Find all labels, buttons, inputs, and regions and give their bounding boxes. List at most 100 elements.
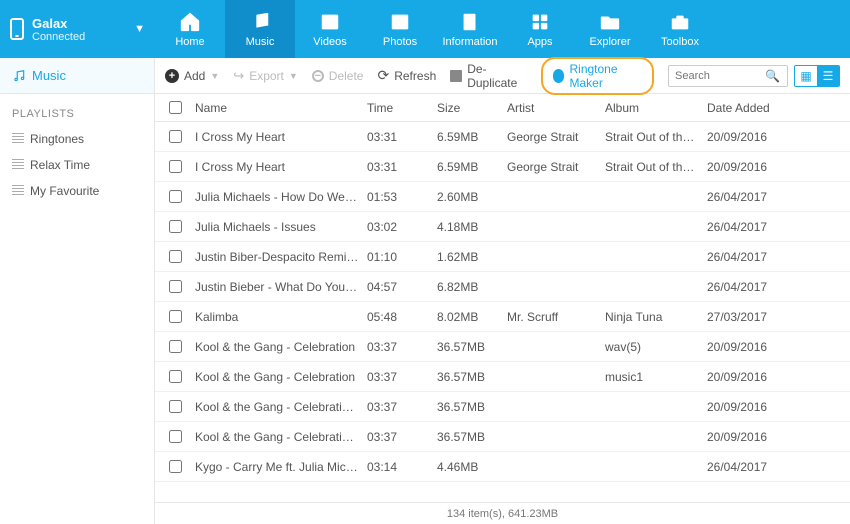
select-all-cell <box>155 101 195 114</box>
playlist-item[interactable]: Ringtones <box>0 126 154 152</box>
cell-date: 20/09/2016 <box>707 430 797 444</box>
export-icon: ↪ <box>233 68 244 84</box>
table-row[interactable]: Justin Bieber - What Do You Mean04:576.8… <box>155 272 850 302</box>
nav-photos[interactable]: Photos <box>365 0 435 58</box>
nav-label: Information <box>442 36 497 48</box>
cell-date: 26/04/2017 <box>707 460 797 474</box>
table-row[interactable]: Julia Michaels - How Do We Get Ba...01:5… <box>155 182 850 212</box>
list-view-button[interactable]: ☰ <box>817 66 839 86</box>
cell-name: Kool & the Gang - Celebration <box>195 370 367 384</box>
table-row[interactable]: Kygo - Carry Me ft. Julia Michaels03:144… <box>155 452 850 482</box>
row-checkbox[interactable] <box>169 280 182 293</box>
search-box[interactable]: 🔍 <box>668 65 788 87</box>
information-icon <box>459 11 481 33</box>
grid-view-button[interactable]: ▦ <box>795 66 817 86</box>
deduplicate-button[interactable]: De-Duplicate <box>450 62 526 90</box>
table-row[interactable]: I Cross My Heart03:316.59MBGeorge Strait… <box>155 122 850 152</box>
table-row[interactable]: Kool & the Gang - Celebration03:3736.57M… <box>155 332 850 362</box>
cell-size: 8.02MB <box>437 310 507 324</box>
cell-time: 04:57 <box>367 280 437 294</box>
col-artist[interactable]: Artist <box>507 101 605 115</box>
list-icon <box>12 159 24 171</box>
row-checkbox[interactable] <box>169 430 182 443</box>
cell-size: 1.62MB <box>437 250 507 264</box>
cell-size: 4.46MB <box>437 460 507 474</box>
refresh-button[interactable]: ⟳ Refresh <box>377 67 436 84</box>
cell-time: 03:37 <box>367 370 437 384</box>
cell-size: 6.82MB <box>437 280 507 294</box>
row-checkbox[interactable] <box>169 190 182 203</box>
row-checkbox[interactable] <box>169 460 182 473</box>
cell-album: music1 <box>605 370 707 384</box>
search-icon[interactable]: 🔍 <box>765 69 780 83</box>
nav-toolbox[interactable]: Toolbox <box>645 0 715 58</box>
cell-name: Kool & the Gang - Celebration <box>195 340 367 354</box>
nav-home[interactable]: Home <box>155 0 225 58</box>
nav-videos[interactable]: Videos <box>295 0 365 58</box>
table-row[interactable]: Kool & the Gang - Celebration03:3736.57M… <box>155 362 850 392</box>
cell-time: 03:31 <box>367 160 437 174</box>
delete-button[interactable]: − Delete <box>312 69 364 83</box>
cell-name: Kool & the Gang - Celebration(1) <box>195 400 367 414</box>
cell-size: 2.60MB <box>437 190 507 204</box>
table-row[interactable]: Kool & the Gang - Celebration(1)03:3736.… <box>155 392 850 422</box>
add-button[interactable]: + Add ▼ <box>165 69 219 83</box>
cell-album: Ninja Tuna <box>605 310 707 324</box>
col-size[interactable]: Size <box>437 101 507 115</box>
playlist-item[interactable]: Relax Time <box>0 152 154 178</box>
cell-time: 01:53 <box>367 190 437 204</box>
cell-name: Julia Michaels - How Do We Get Ba... <box>195 190 367 204</box>
plus-icon: + <box>165 69 179 83</box>
row-checkbox[interactable] <box>169 220 182 233</box>
playlist-item[interactable]: My Favourite <box>0 178 154 204</box>
row-checkbox[interactable] <box>169 370 182 383</box>
export-button[interactable]: ↪ Export ▼ <box>233 68 298 84</box>
refresh-icon: ⟳ <box>377 67 389 84</box>
nav-music[interactable]: Music <box>225 0 295 58</box>
nav-information[interactable]: Information <box>435 0 505 58</box>
col-album[interactable]: Album <box>605 101 707 115</box>
cell-size: 6.59MB <box>437 130 507 144</box>
device-info[interactable]: Galax Connected ▼ <box>0 0 155 58</box>
table-header: Name Time Size Artist Album Date Added <box>155 94 850 122</box>
select-all-checkbox[interactable] <box>169 101 182 114</box>
cell-time: 03:37 <box>367 340 437 354</box>
col-date[interactable]: Date Added <box>707 101 797 115</box>
videos-icon <box>319 11 341 33</box>
delete-icon: − <box>312 70 324 82</box>
col-name[interactable]: Name <box>195 101 367 115</box>
ringtone-maker-button[interactable]: Ringtone Maker <box>541 57 655 95</box>
music-icon <box>249 11 271 33</box>
cell-size: 6.59MB <box>437 160 507 174</box>
cell-date: 20/09/2016 <box>707 160 797 174</box>
cell-date: 20/09/2016 <box>707 340 797 354</box>
row-checkbox[interactable] <box>169 160 182 173</box>
cell-time: 03:02 <box>367 220 437 234</box>
chevron-down-icon[interactable]: ▼ <box>134 23 145 35</box>
sidebar-music-label: Music <box>32 68 66 83</box>
nav-apps[interactable]: Apps <box>505 0 575 58</box>
row-checkbox[interactable] <box>169 250 182 263</box>
table-body[interactable]: I Cross My Heart03:316.59MBGeorge Strait… <box>155 122 850 502</box>
device-text: Galax Connected <box>32 16 134 43</box>
table-row[interactable]: Kalimba05:488.02MBMr. ScruffNinja Tuna27… <box>155 302 850 332</box>
row-checkbox[interactable] <box>169 400 182 413</box>
row-checkbox[interactable] <box>169 130 182 143</box>
table-row[interactable]: Kool & the Gang - Celebration(2)03:3736.… <box>155 422 850 452</box>
cell-date: 27/03/2017 <box>707 310 797 324</box>
row-checkbox[interactable] <box>169 310 182 323</box>
cell-size: 36.57MB <box>437 340 507 354</box>
table-row[interactable]: Julia Michaels - Issues03:024.18MB26/04/… <box>155 212 850 242</box>
col-time[interactable]: Time <box>367 101 437 115</box>
top-header: Galax Connected ▼ Home MusicVideosPhotos I… <box>0 0 850 58</box>
phone-icon <box>10 18 24 40</box>
table-row[interactable]: I Cross My Heart03:316.59MBGeorge Strait… <box>155 152 850 182</box>
search-input[interactable] <box>675 70 765 82</box>
table-row[interactable]: Justin Biber-Despacito Remix Luis F...01… <box>155 242 850 272</box>
cell-name: Kygo - Carry Me ft. Julia Michaels <box>195 460 367 474</box>
row-checkbox[interactable] <box>169 340 182 353</box>
nav-label: Home <box>175 36 204 48</box>
device-name: Galax <box>32 16 134 31</box>
sidebar-music[interactable]: Music <box>0 58 154 94</box>
nav-explorer[interactable]: Explorer <box>575 0 645 58</box>
